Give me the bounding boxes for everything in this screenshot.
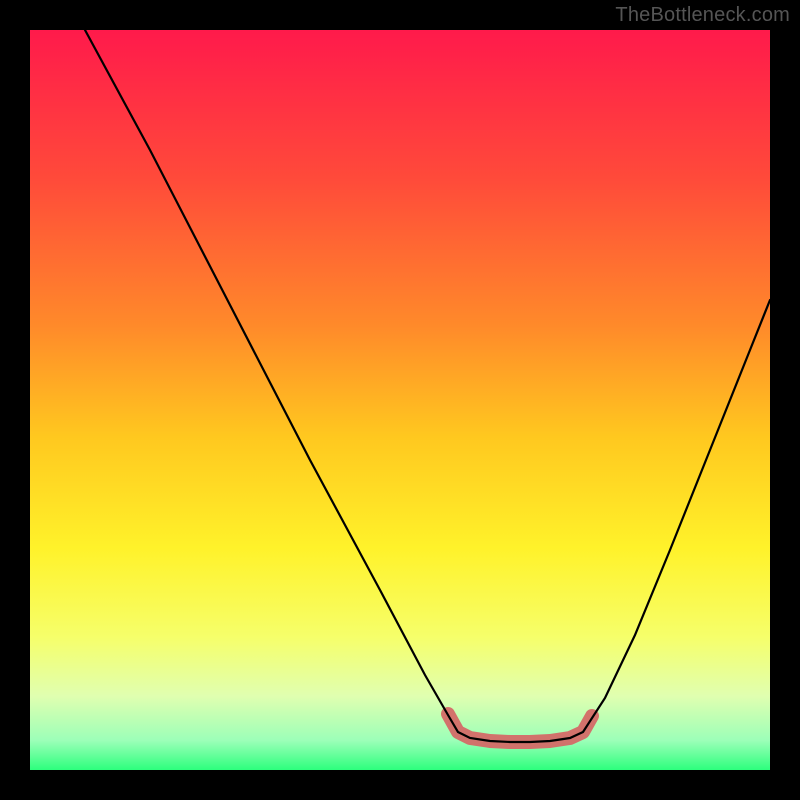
curve-layer [30,30,770,770]
plot-area [30,30,770,770]
watermark-text: TheBottleneck.com [615,4,790,27]
bottleneck-curve [85,30,770,742]
chart-frame: TheBottleneck.com [0,0,800,800]
